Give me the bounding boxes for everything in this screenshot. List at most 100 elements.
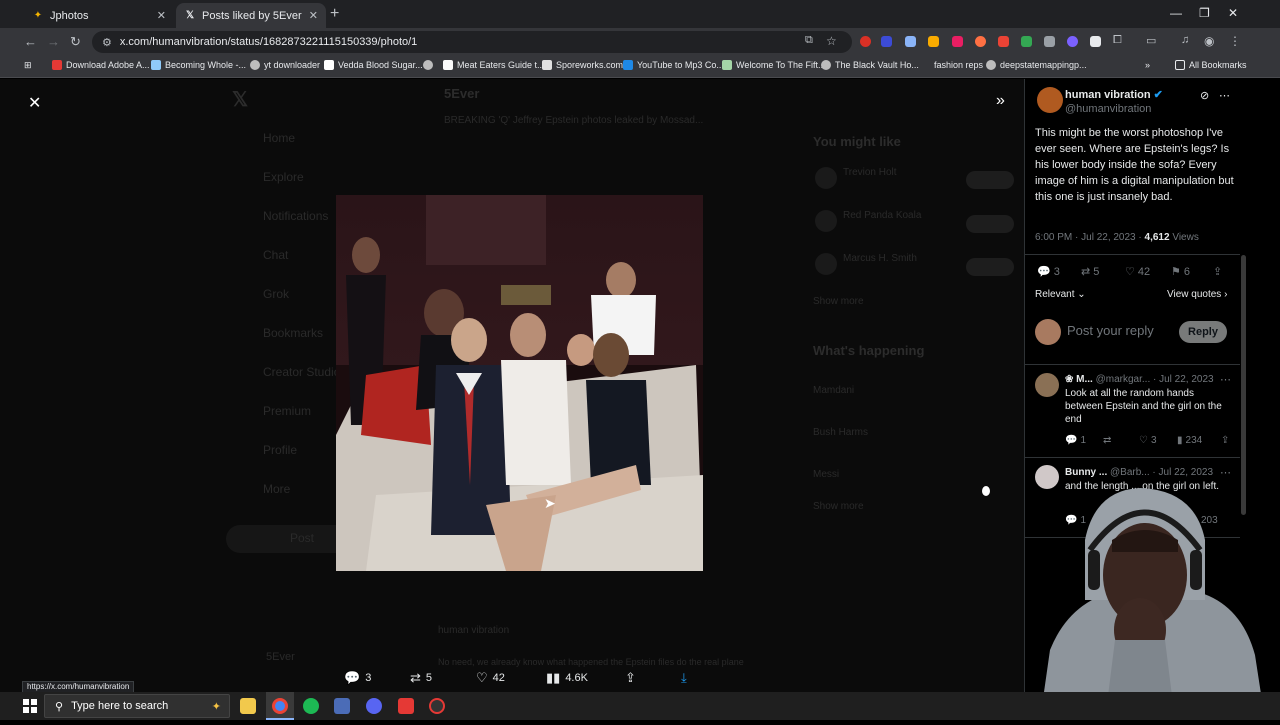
restore-icon[interactable]: ❐ (1199, 6, 1210, 20)
reply-button[interactable]: 💬 3 (1037, 265, 1060, 279)
address-bar[interactable]: ⚙ x.com/humanvibration/status/1682873221… (92, 31, 852, 53)
apps-grid-icon[interactable]: ⊞ (24, 60, 32, 71)
reply-views-button[interactable]: ▮ 234 (1177, 435, 1202, 446)
bookmark-item[interactable]: YouTube to Mp3 Co... (623, 60, 724, 70)
chrome-icon[interactable] (272, 698, 288, 714)
side-panel-icon[interactable]: ▭ (1146, 34, 1156, 47)
divider (1025, 457, 1240, 458)
bookmark-item[interactable]: fashion reps (934, 60, 983, 70)
more-options-icon[interactable]: ⋯ (1220, 466, 1231, 479)
file-explorer-icon[interactable] (240, 698, 256, 714)
bookmark-item[interactable]: deepstatemappingp... (986, 60, 1087, 70)
bookmark-item[interactable]: The Black Vault Ho... (821, 60, 919, 70)
more-options-icon[interactable]: ⋯ (1220, 373, 1231, 386)
extension-icon[interactable] (928, 36, 939, 47)
grok-icon[interactable]: ⊘ (1200, 89, 1209, 102)
photo-like-button[interactable]: ♡ 42 (476, 670, 505, 686)
page-icon (542, 60, 552, 70)
windows-start-icon[interactable] (23, 699, 37, 713)
share-icon: ⇪ (1221, 435, 1230, 446)
bookmark-star-icon[interactable]: ☆ (826, 34, 837, 48)
extension-icon[interactable] (998, 36, 1009, 47)
extension-icon[interactable] (860, 36, 871, 47)
taskbar-search-box[interactable]: ⚲ Type here to search ✦ (44, 694, 230, 718)
reply-button[interactable]: Reply (1179, 321, 1227, 343)
photo-repost-button[interactable]: ⇄ 5 (410, 670, 432, 686)
bookmark-item[interactable]: Becoming Whole -... (151, 60, 246, 70)
like-button[interactable]: ♡ 42 (1125, 265, 1150, 279)
reply-like-button[interactable]: ♡ 3 (1139, 435, 1157, 446)
site-info-icon[interactable]: ⚙ (102, 36, 112, 49)
bookmark-item[interactable]: Welcome To The Fift... (722, 60, 826, 70)
app-icon[interactable] (398, 698, 414, 714)
photo-share-button[interactable]: ⇪ (625, 670, 641, 686)
extensions-puzzle-icon[interactable]: ⧠ (1113, 34, 1122, 47)
reply-repost-button[interactable]: ⇄ (1103, 435, 1111, 446)
reply-bubble-icon: 💬 (1037, 266, 1051, 278)
heart-icon: ♡ (476, 670, 488, 685)
close-window-icon[interactable]: ✕ (1228, 6, 1238, 20)
reply-share-button[interactable]: ⇪ (1221, 435, 1229, 446)
mouse-cursor-icon: ➤ (544, 495, 556, 511)
back-arrow-icon[interactable]: ← (24, 34, 37, 49)
media-icon[interactable]: ♫ (1181, 34, 1189, 46)
close-tab-icon[interactable]: ✕ (157, 9, 166, 22)
nav-grok: Grok (263, 287, 290, 301)
extension-icon[interactable] (952, 36, 963, 47)
reload-icon[interactable]: ↻ (70, 34, 81, 50)
bookmark-item[interactable] (423, 60, 437, 70)
tab-jphotos[interactable]: ✦ Jphotos ✕ (24, 3, 174, 28)
all-bookmarks[interactable]: All Bookmarks (1175, 60, 1247, 70)
author-avatar[interactable] (1037, 87, 1063, 113)
sort-replies-dropdown[interactable]: Relevant ⌄ (1035, 287, 1086, 303)
share-button[interactable]: ⇪ (1213, 265, 1222, 278)
extension-icon[interactable] (1067, 36, 1078, 47)
extension-icon[interactable] (975, 36, 986, 47)
photo-views-button[interactable]: ▮▮ 4.6K (546, 670, 588, 686)
photo-reply-button[interactable]: 💬 3 (344, 670, 371, 686)
install-app-icon[interactable]: ⧉ (805, 34, 813, 47)
post-photo[interactable] (336, 195, 703, 571)
more-bookmarks-icon[interactable]: » (1145, 60, 1150, 70)
extension-icon[interactable] (1044, 36, 1055, 47)
extension-icon[interactable] (881, 36, 892, 47)
reply-input[interactable]: Post your reply (1067, 323, 1154, 339)
bookmark-item[interactable]: Meat Eaters Guide t... (443, 60, 545, 70)
new-tab-icon[interactable]: + (330, 5, 339, 23)
suggestion-name: Trevion Holt (843, 167, 897, 178)
globe-icon (821, 60, 831, 70)
reply-avatar[interactable] (1035, 373, 1059, 397)
forward-arrow-icon[interactable]: → (47, 34, 60, 49)
bookmark-button[interactable]: ⚑ 6 (1171, 265, 1190, 279)
close-tab-icon[interactable]: ✕ (309, 9, 318, 22)
more-options-icon[interactable]: ⋯ (1219, 89, 1230, 102)
panel-scrollbar-thumb[interactable] (1241, 255, 1246, 515)
repost-button[interactable]: ⇄ 5 (1081, 265, 1099, 279)
reply-reply-button[interactable]: 💬 1 (1065, 435, 1086, 446)
bookmark-item[interactable]: Vedda Blood Sugar... (324, 60, 423, 70)
close-photo-icon[interactable]: ✕ (28, 93, 41, 113)
author-handle[interactable]: @humanvibration (1065, 101, 1151, 117)
spotify-icon[interactable] (303, 698, 319, 714)
divider (1025, 364, 1240, 365)
collapse-panel-icon[interactable]: » (996, 92, 1005, 110)
profile-icon[interactable]: ◉ (1204, 34, 1214, 48)
discord-icon[interactable] (366, 698, 382, 714)
app-icon[interactable] (334, 698, 350, 714)
minimize-icon[interactable]: — (1170, 6, 1182, 20)
extension-icon[interactable] (905, 36, 916, 47)
globe-icon (986, 60, 996, 70)
bookmark-item[interactable]: Download Adobe A... (52, 60, 150, 70)
bookmark-item[interactable]: Sporeworks.com (542, 60, 623, 70)
photo-download-button[interactable]: ⤓ (681, 670, 692, 686)
verified-badge-icon: ✔ (1153, 89, 1163, 101)
menu-kebab-icon[interactable]: ⋮ (1229, 34, 1241, 48)
tab-x-liked-posts[interactable]: 𝕏 Posts liked by 5Ever (@AceMax... ✕ (176, 3, 326, 28)
extension-icon[interactable] (1090, 36, 1101, 47)
browser-tab-strip: ✦ Jphotos ✕ 𝕏 Posts liked by 5Ever (@Ace… (0, 0, 1280, 28)
obs-icon[interactable] (429, 698, 445, 714)
extension-icon[interactable] (1021, 36, 1032, 47)
view-quotes-link[interactable]: View quotes › (1167, 287, 1227, 303)
bookmark-item[interactable]: yt downloader (250, 60, 320, 70)
share-icon: ⇪ (625, 670, 636, 685)
